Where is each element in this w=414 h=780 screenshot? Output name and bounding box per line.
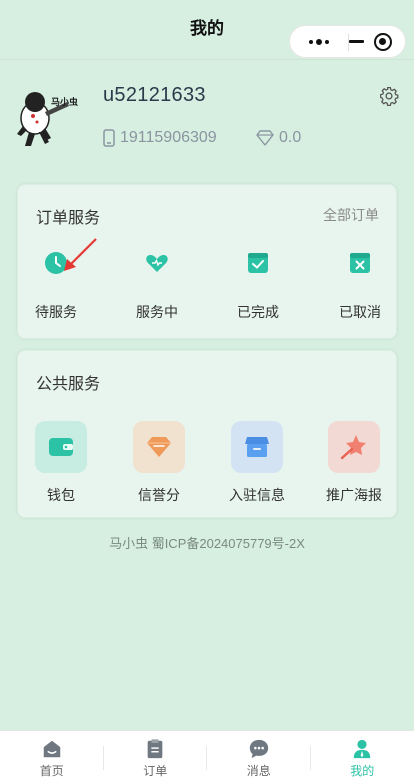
promo-poster-label: 推广海报 (326, 487, 382, 503)
tab-messages-label: 消息 (246, 764, 271, 778)
order-services-title: 订单服务 (36, 210, 101, 227)
chat-icon (249, 739, 268, 759)
mini-program-capsule (289, 25, 406, 58)
heart-icon (146, 255, 168, 272)
diamond-icon (133, 421, 185, 473)
order-in-service-label: 服务中 (136, 304, 178, 320)
points-value: 0.0 (279, 129, 302, 146)
more-dots-icon (308, 38, 329, 45)
store-icon (231, 421, 283, 473)
settle-info-label: 入驻信息 (229, 487, 285, 503)
credit-score-entry[interactable]: 信誉分 (119, 421, 199, 505)
tab-orders[interactable]: 订单 (104, 731, 207, 780)
icp-filing-text: 马小虫 蜀ICP备2024075779号-2X (109, 536, 305, 551)
phone-number: 19115906309 (120, 129, 217, 146)
phone-icon (103, 129, 115, 147)
order-completed[interactable]: 已完成 (218, 247, 298, 322)
tab-home-label: 首页 (39, 764, 64, 778)
wallet-icon (35, 421, 87, 473)
cancel-calendar-icon (350, 253, 370, 273)
svg-text:马小虫: 马小虫 (51, 96, 78, 108)
tab-bar: 首页 订单 消息 我的 (0, 730, 414, 780)
check-calendar-icon (248, 253, 268, 273)
tab-home[interactable]: 首页 (0, 731, 104, 780)
public-services-card: 公共服务 钱包 信誉分 入驻信息 推广海报 (17, 350, 397, 518)
order-cancelled[interactable]: 已取消 (320, 247, 400, 322)
wallet-label: 钱包 (47, 487, 75, 503)
settings-gear-icon[interactable] (379, 86, 399, 106)
user-icon (354, 739, 371, 759)
clipboard-icon (147, 739, 163, 759)
tab-mine-label: 我的 (350, 764, 375, 778)
all-orders-link[interactable]: 全部订单 (323, 205, 379, 225)
settle-info-entry[interactable]: 入驻信息 (217, 421, 297, 505)
points-row: 0.0 (256, 129, 301, 147)
home-icon (43, 740, 60, 758)
capsule-actions[interactable] (348, 25, 406, 58)
star-wand-icon (328, 421, 380, 473)
order-completed-label: 已完成 (237, 304, 279, 320)
minimize-icon[interactable] (348, 40, 364, 43)
public-services-title: 公共服务 (36, 376, 101, 393)
wallet-entry[interactable]: 钱包 (21, 421, 101, 505)
tab-mine[interactable]: 我的 (311, 731, 414, 780)
order-pending-label: 待服务 (35, 304, 77, 320)
phone-row: 19115906309 (103, 129, 217, 147)
promo-poster-entry[interactable]: 推广海报 (314, 421, 394, 505)
navigation-bar: 我的 (0, 0, 414, 60)
annotation-arrow-icon (64, 238, 97, 271)
more-button[interactable] (290, 25, 348, 58)
credit-score-label: 信誉分 (138, 487, 180, 503)
username: u52121633 (103, 84, 206, 106)
avatar[interactable]: 马小虫 (15, 88, 81, 150)
order-cancelled-label: 已取消 (339, 304, 381, 320)
order-in-service[interactable]: 服务中 (117, 247, 197, 322)
tab-messages[interactable]: 消息 (207, 731, 311, 780)
tab-orders-label: 订单 (143, 764, 168, 778)
diamond-outline-icon (256, 130, 274, 146)
close-target-icon[interactable] (373, 32, 392, 51)
